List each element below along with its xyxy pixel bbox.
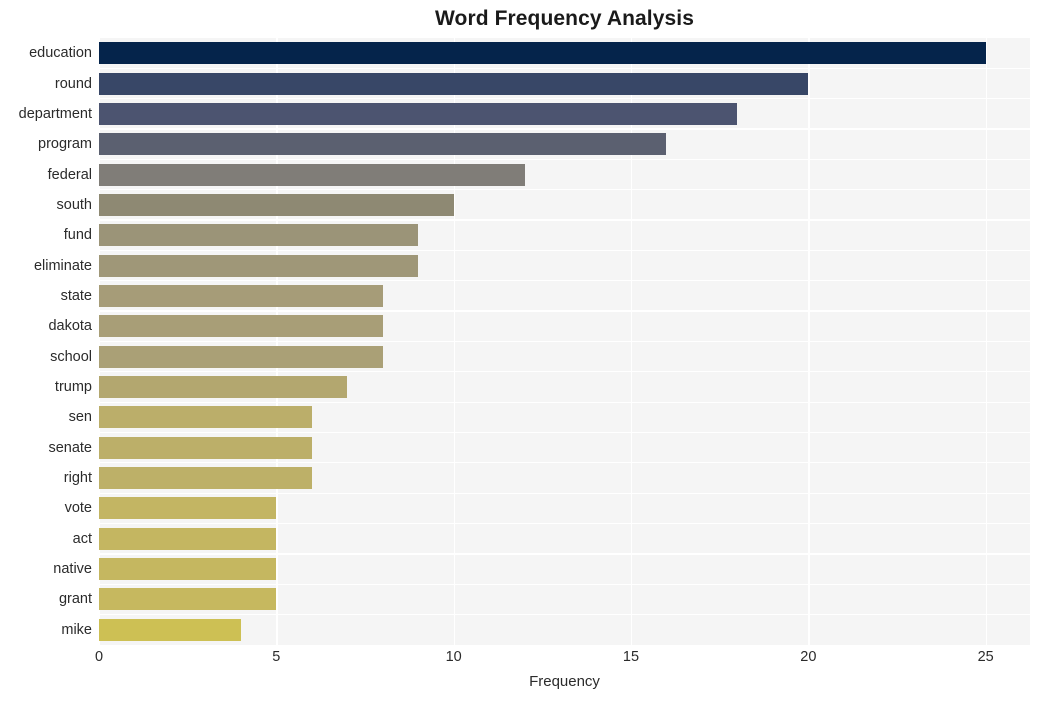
y-gridline (99, 431, 1030, 434)
y-tick-label: right (63, 470, 92, 487)
y-tick-label: native (53, 561, 92, 578)
y-tick-label: trump (54, 379, 92, 396)
y-tick-label: state (60, 287, 92, 304)
bar[interactable] (99, 588, 277, 611)
y-tick-label: senate (48, 439, 92, 456)
y-gridline (99, 219, 1030, 221)
bar[interactable] (99, 345, 383, 368)
x-axis-tick-labels: 0 5 10 15 20 25 (95, 648, 1030, 670)
y-tick-label: eliminate (33, 257, 92, 274)
y-gridline (99, 189, 1030, 191)
bar[interactable] (99, 133, 667, 156)
y-gridline (99, 249, 1030, 252)
bar[interactable] (99, 618, 241, 641)
chart-figure: Word Frequency Analysis education round de… (0, 0, 1039, 701)
y-tick-label: mike (61, 621, 92, 638)
y-gridline (99, 128, 1030, 130)
y-gridline (99, 462, 1030, 464)
bar[interactable] (99, 406, 312, 429)
x-axis-title: Frequency (529, 673, 600, 690)
bar[interactable] (99, 315, 383, 338)
x-tick-label: 15 (622, 649, 640, 665)
y-gridline (99, 492, 1030, 494)
bar[interactable] (99, 224, 419, 247)
y-gridline (99, 613, 1030, 616)
bar[interactable] (99, 163, 525, 186)
bar[interactable] (99, 254, 419, 277)
bar[interactable] (99, 376, 348, 399)
y-axis-tick-labels: education round department program federal so… (0, 38, 92, 645)
bar[interactable] (99, 436, 312, 459)
chart-title: Word Frequency Analysis (434, 7, 695, 30)
y-gridline (99, 371, 1030, 373)
y-tick-label: school (50, 348, 92, 365)
bar[interactable] (99, 72, 809, 95)
y-gridline (99, 158, 1030, 160)
y-tick-label: south (56, 196, 92, 213)
bar[interactable] (99, 42, 986, 65)
bar[interactable] (99, 558, 277, 581)
bar[interactable] (99, 193, 454, 216)
y-gridline (99, 310, 1030, 312)
x-tick-label: 10 (445, 649, 462, 665)
y-tick-label: federal (47, 166, 92, 183)
x-tick-label: 0 (94, 649, 104, 665)
y-tick-label: grant (58, 591, 92, 608)
plot-area (99, 38, 1030, 645)
y-tick-label: sen (68, 409, 92, 426)
x-tick-label: 20 (800, 649, 817, 665)
y-gridline (99, 67, 1030, 69)
y-gridline (99, 340, 1030, 343)
y-gridline (99, 583, 1030, 585)
bar[interactable] (99, 102, 738, 125)
y-tick-label: department (18, 105, 92, 122)
x-tick-label: 25 (977, 649, 994, 665)
y-gridline (99, 98, 1030, 100)
y-tick-label: vote (64, 500, 92, 517)
y-tick-label: program (38, 136, 92, 153)
y-tick-label: fund (63, 227, 92, 244)
y-tick-label: act (72, 530, 92, 547)
y-tick-label: education (29, 45, 92, 62)
y-gridline (99, 401, 1030, 403)
x-tick-label: 5 (272, 649, 281, 665)
bar[interactable] (99, 497, 277, 520)
bar[interactable] (99, 527, 277, 550)
y-gridline (99, 522, 1030, 525)
y-tick-label: dakota (48, 318, 92, 335)
y-gridline (99, 280, 1030, 282)
bar[interactable] (99, 284, 383, 307)
y-gridline (99, 553, 1030, 555)
y-tick-label: round (54, 75, 92, 92)
bar[interactable] (99, 467, 312, 490)
